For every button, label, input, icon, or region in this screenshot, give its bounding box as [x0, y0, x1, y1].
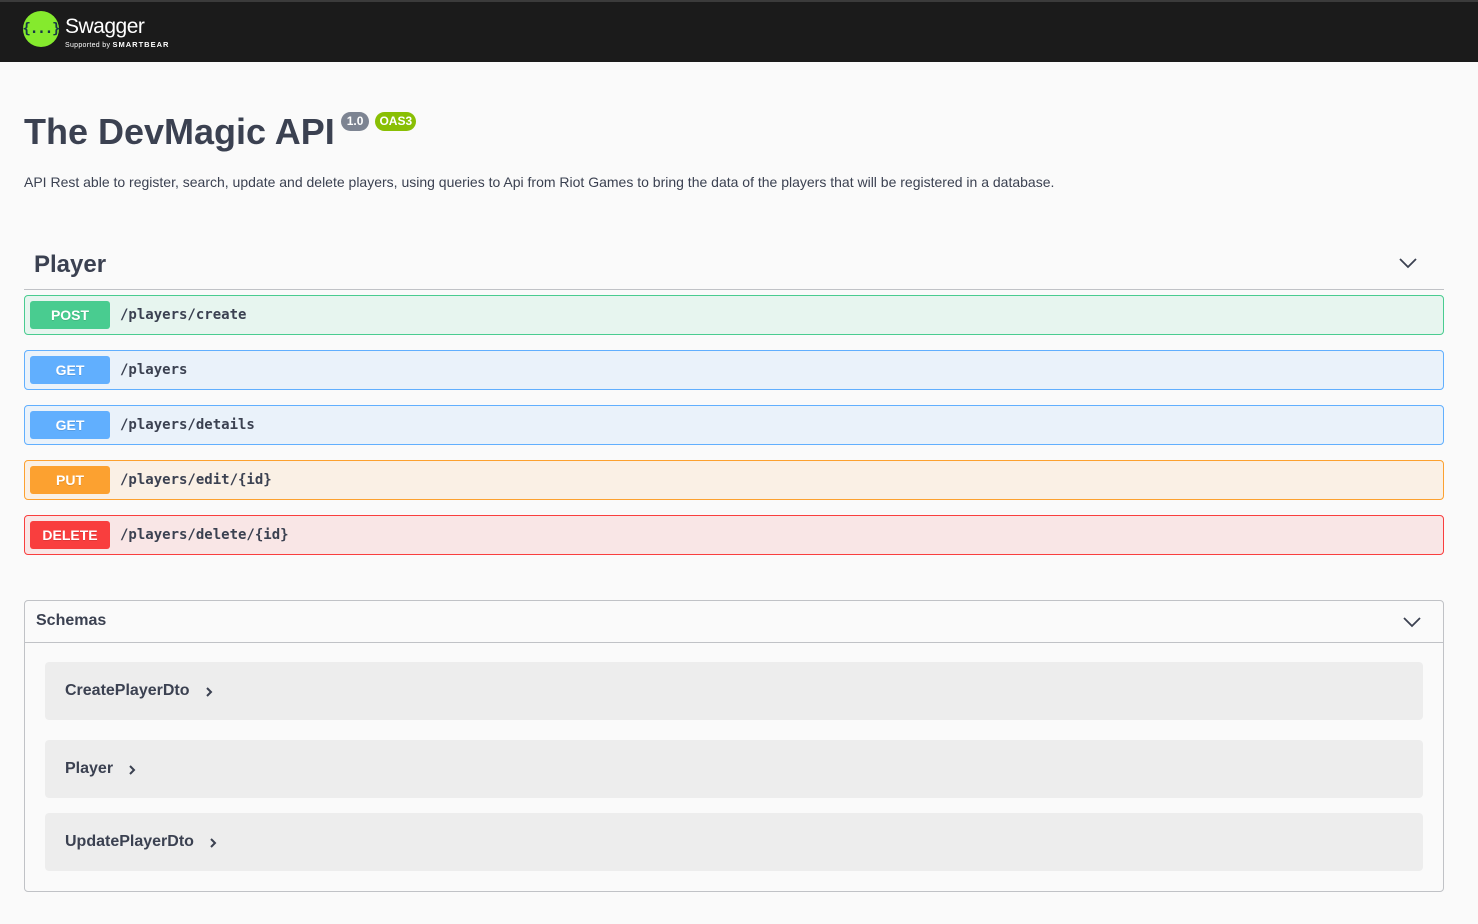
model-name: Player [65, 760, 114, 777]
model-update-player-dto[interactable]: UpdatePlayerDto [45, 813, 1423, 871]
tag-title: Player [34, 251, 107, 278]
logo-name: Swagger [65, 15, 145, 38]
logo-company: SMARTBEAR [112, 40, 170, 49]
logo-text: Swagger Supported by SMARTBEAR [65, 11, 169, 50]
model-name: CreatePlayerDto [65, 682, 190, 699]
model-create-player-dto[interactable]: CreatePlayerDto [45, 662, 1423, 720]
chevron-right-icon[interactable] [127, 764, 137, 776]
oas-badge: OAS3 [375, 112, 417, 131]
method-badge: GET [30, 411, 110, 439]
method-badge: PUT [30, 466, 110, 494]
swagger-logo-link[interactable]: {...} Swagger Supported by SMARTBEAR [22, 11, 169, 50]
logo-supported-text: Supported by [65, 42, 111, 49]
model-name: UpdatePlayerDto [65, 833, 194, 850]
operation-put-players-edit[interactable]: PUT /players/edit/{id} [24, 460, 1444, 500]
operation-get-players-details[interactable]: GET /players/details [24, 405, 1444, 445]
operation-path: /players [120, 362, 188, 378]
version-badge: 1.0 [340, 112, 370, 131]
operation-path: /players/details [120, 417, 255, 433]
chevron-right-icon[interactable] [208, 837, 218, 849]
operation-get-players[interactable]: GET /players [24, 350, 1444, 390]
logo-supported-by: Supported by SMARTBEAR [65, 40, 169, 50]
tag-section-player[interactable]: Player [24, 240, 1444, 290]
method-badge: POST [30, 301, 110, 329]
topbar: {...} Swagger Supported by SMARTBEAR [0, 0, 1478, 62]
schemas-section: Schemas CreatePlayerDto Player UpdatePla… [24, 600, 1444, 892]
chevron-down-icon[interactable] [1402, 615, 1422, 629]
chevron-right-icon[interactable] [204, 686, 214, 698]
api-title-row: The DevMagic API 1.0 OAS3 [24, 110, 417, 154]
method-badge: GET [30, 356, 110, 384]
page-title: The DevMagic API [24, 111, 335, 152]
model-player[interactable]: Player [45, 740, 1423, 798]
schemas-header[interactable]: Schemas [25, 601, 1443, 643]
operation-path: /players/delete/{id} [120, 527, 289, 543]
operation-path: /players/create [120, 307, 247, 323]
operation-post-players-create[interactable]: POST /players/create [24, 295, 1444, 335]
swagger-logo-icon: {...} [22, 11, 61, 47]
chevron-down-icon[interactable] [1398, 256, 1418, 270]
operation-path: /players/edit/{id} [120, 472, 272, 488]
method-badge: DELETE [30, 521, 110, 549]
operation-delete-players-delete[interactable]: DELETE /players/delete/{id} [24, 515, 1444, 555]
schemas-title: Schemas [36, 612, 107, 629]
api-description: API Rest able to register, search, updat… [24, 174, 1055, 190]
